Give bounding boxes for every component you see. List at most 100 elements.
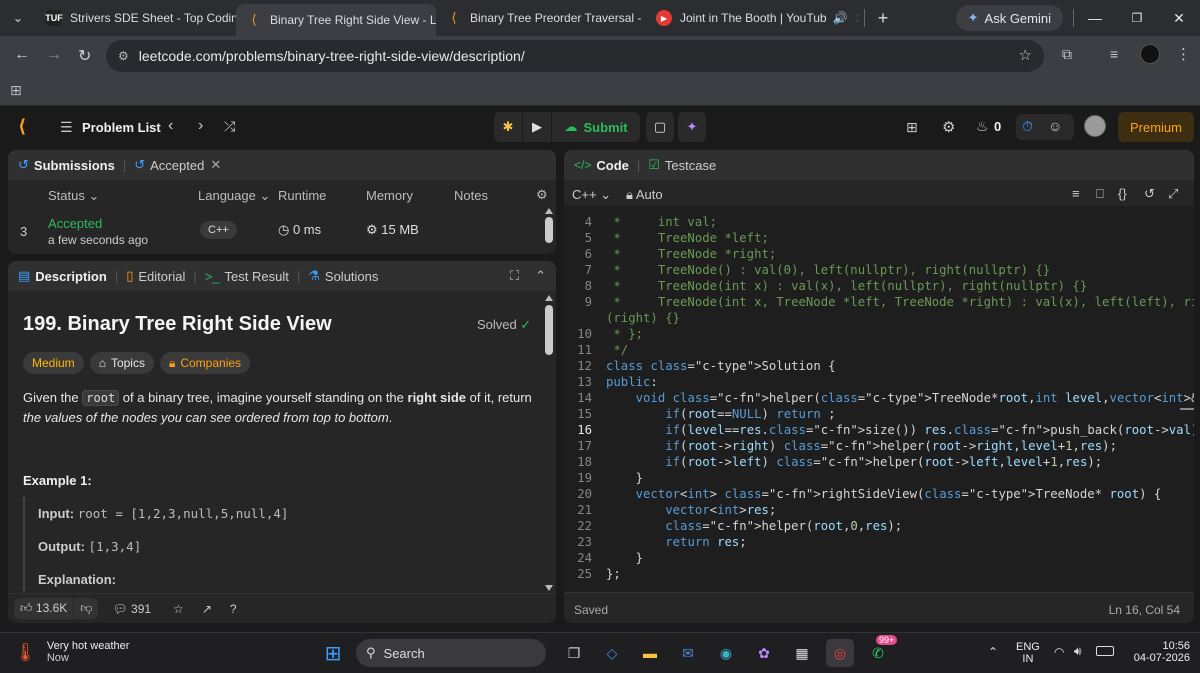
store-icon[interactable]: ▦ — [788, 639, 816, 667]
code-line[interactable]: 16 if(level==res.class="c-fn">size()) re… — [564, 422, 1194, 438]
code-line[interactable]: 14 void class="c-fn">helper(class="c-typ… — [564, 390, 1194, 406]
copilot-icon[interactable]: ✿ — [750, 639, 778, 667]
submit-button[interactable]: ☁ Submit — [552, 112, 640, 142]
audio-playing-icon[interactable]: 🔊 — [833, 11, 848, 25]
tab-search-icon[interactable]: ⌄ — [0, 0, 36, 36]
new-tab-button[interactable]: + — [871, 8, 895, 29]
next-problem-icon[interactable]: › — [198, 117, 203, 135]
layout-icon[interactable]: ⊞ — [906, 119, 918, 136]
chrome-menu-icon[interactable]: ⋮ — [1176, 45, 1191, 63]
taskbar-search[interactable]: ⚲ Search — [356, 639, 546, 667]
restore-window-icon[interactable]: ❐ — [1116, 11, 1158, 25]
notes-button[interactable]: ▢ — [646, 112, 674, 142]
code-line[interactable]: 12 class class="c-type">Solution { — [564, 358, 1194, 374]
site-info-icon[interactable]: ⚙ — [118, 49, 129, 63]
tab-description[interactable]: Description — [35, 269, 107, 284]
submission-status[interactable]: Accepted — [48, 216, 102, 231]
language-indicator[interactable]: ENG IN — [1016, 641, 1040, 665]
battery-icon[interactable] — [1096, 646, 1114, 656]
help-icon[interactable]: ? — [230, 602, 237, 616]
bookmark-icon[interactable]: ⎕ — [1096, 186, 1104, 202]
code-line[interactable]: 5 * TreeNode *left; — [564, 230, 1194, 246]
ask-gemini-button[interactable]: ✦ Ask Gemini — [955, 5, 1063, 31]
profile-avatar[interactable] — [1140, 44, 1160, 64]
tab-solutions[interactable]: Solutions — [325, 269, 378, 284]
braces-icon[interactable]: {} — [1118, 186, 1127, 201]
problem-title[interactable]: 199. Binary Tree Right Side View — [23, 313, 332, 336]
outlook-icon[interactable]: ✉ — [674, 639, 702, 667]
file-explorer-icon[interactable]: ▬ — [636, 639, 664, 667]
tab-code[interactable]: Code — [596, 158, 629, 173]
close-window-icon[interactable]: ✕ — [1158, 10, 1200, 27]
wifi-icon[interactable]: ◠ — [1054, 645, 1064, 659]
code-line[interactable]: 24 } — [564, 550, 1194, 566]
tab-testcase[interactable]: Testcase — [665, 158, 716, 173]
address-bar[interactable]: ⚙ leetcode.com/problems/binary-tree-righ… — [106, 40, 1044, 72]
status-column-header[interactable]: Status ⌄ — [48, 188, 99, 204]
code-line[interactable]: 23 return res; — [564, 534, 1194, 550]
code-line[interactable]: 15 if(root==NULL) return ; — [564, 406, 1194, 422]
weather-widget[interactable]: 🌡︎ Very hot weather Now — [14, 640, 129, 664]
submissions-scrollbar[interactable] — [545, 208, 553, 250]
tab-test-result[interactable]: Test Result — [225, 269, 289, 284]
settings-gear-icon[interactable]: ⚙ — [942, 118, 955, 136]
auto-mode[interactable]: 🔒︎ Auto — [626, 187, 663, 203]
premium-button[interactable]: Premium — [1118, 112, 1194, 142]
dislike-button[interactable]: 👎︎ — [74, 598, 99, 619]
language-column-header[interactable]: Language ⌄ — [198, 188, 270, 204]
edge-icon[interactable]: ◉ — [712, 639, 740, 667]
streak-count[interactable]: 0 — [994, 119, 1001, 134]
apps-grid-icon[interactable]: ⊞ — [10, 82, 22, 99]
tab-editorial[interactable]: Editorial — [138, 269, 185, 284]
code-line[interactable]: 18 if(root->left) class="c-fn">helper(ro… — [564, 454, 1194, 470]
bookmark-star-icon[interactable]: ☆ — [1019, 46, 1032, 64]
close-tab-icon[interactable]: ✕ — [210, 157, 221, 173]
browser-tab-right-side-view[interactable]: ⟨ Binary Tree Right Side View - Le ✕ — [236, 4, 436, 36]
code-line[interactable]: 22 class="c-fn">helper(root,0,res); — [564, 518, 1194, 534]
chrome-icon[interactable]: ◎ — [826, 639, 854, 667]
back-arrow-icon[interactable]: ← — [14, 46, 30, 64]
user-avatar[interactable] — [1084, 115, 1106, 137]
problem-list-link[interactable]: Problem List — [82, 120, 161, 135]
reset-icon[interactable]: ↺ — [1144, 186, 1155, 202]
companies-tag[interactable]: 🔒︎ Companies — [159, 352, 251, 374]
vscode-icon[interactable]: ◇ — [598, 639, 626, 667]
comments-button[interactable]: 💬︎ 391 — [112, 602, 151, 616]
volume-icon[interactable]: 🔊︎ — [1074, 644, 1082, 659]
collapse-chevron-icon[interactable]: ⌃ — [535, 268, 546, 284]
tab-accepted[interactable]: Accepted — [150, 158, 204, 173]
code-line[interactable]: (right) {} — [564, 310, 1194, 326]
run-button[interactable]: ▶ — [523, 112, 551, 142]
code-line[interactable]: 17 if(root->right) class="c-fn">helper(r… — [564, 438, 1194, 454]
code-line[interactable]: 10 * }; — [564, 326, 1194, 342]
windows-start-icon[interactable]: ⊞ — [319, 639, 347, 667]
reload-icon[interactable]: ↻ — [78, 46, 91, 66]
code-line[interactable]: 21 vector<int>res; — [564, 502, 1194, 518]
browser-tab-youtube[interactable]: ▶ Joint in The Booth | YouTub 🔊 ✕ — [646, 0, 858, 36]
clock[interactable]: 10:56 04-07-2026 — [1124, 640, 1190, 664]
code-line[interactable]: 13 public: — [564, 374, 1194, 390]
show-hidden-icons[interactable]: ⌃ — [988, 645, 998, 659]
random-problem-icon[interactable]: ⤮ — [224, 118, 235, 135]
share-user-icon[interactable]: ☺ — [1048, 118, 1062, 134]
code-line[interactable]: 9 * TreeNode(int x, TreeNode *left, Tree… — [564, 294, 1194, 310]
share-icon[interactable]: ↗ — [202, 602, 212, 616]
code-line[interactable]: 20 vector<int> class="c-fn">rightSideVie… — [564, 486, 1194, 502]
fullscreen-icon[interactable]: ⤢ — [1168, 186, 1178, 202]
code-line[interactable]: 4 * int val; — [564, 214, 1194, 230]
description-scrollbar[interactable] — [545, 295, 553, 591]
language-select[interactable]: C++ ⌄ — [572, 187, 611, 203]
debug-button[interactable]: ✱ — [494, 112, 522, 142]
tab-submissions[interactable]: Submissions — [34, 158, 115, 173]
close-tab-icon[interactable]: ✕ — [848, 10, 858, 27]
extensions-icon[interactable]: ⧉ — [1062, 46, 1072, 63]
whatsapp-icon[interactable]: ✆ 99+ — [864, 635, 898, 667]
code-line[interactable]: 7 * TreeNode() : val(0), left(nullptr), … — [564, 262, 1194, 278]
media-controls-icon[interactable]: ≡ — [1110, 46, 1118, 62]
ai-assist-button[interactable]: ✦ — [678, 112, 706, 142]
browser-tab-strivers[interactable]: TUF Strivers SDE Sheet - Top Coding ✕ — [36, 0, 236, 36]
submission-row[interactable]: 3 Accepted a few seconds ago C++ ◷ 0 ms … — [8, 212, 544, 250]
prev-problem-icon[interactable]: ‹ — [168, 117, 173, 135]
favorite-star-icon[interactable]: ☆ — [173, 602, 184, 616]
like-button[interactable]: 👍︎ 13.6K — [14, 598, 74, 619]
